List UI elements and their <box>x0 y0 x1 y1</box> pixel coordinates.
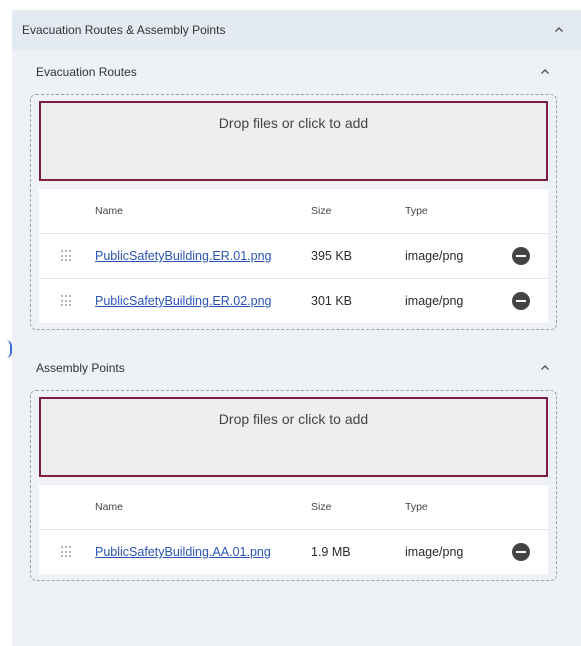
section-title: Evacuation Routes <box>36 65 137 79</box>
table-row: PublicSafetyBuilding.ER.01.png 395 KB im… <box>39 233 548 278</box>
panel-title: Evacuation Routes & Assembly Points <box>22 23 226 37</box>
file-size: 301 KB <box>311 294 353 308</box>
column-header-size: Size <box>311 501 332 513</box>
remove-file-icon[interactable] <box>512 292 530 310</box>
file-name-link[interactable]: PublicSafetyBuilding.AA.01.png <box>95 545 271 559</box>
drop-files-label: Drop files or click to add <box>218 115 369 131</box>
file-type: image/png <box>405 545 464 559</box>
section-title: Assembly Points <box>36 361 125 375</box>
table-row: PublicSafetyBuilding.ER.02.png 301 KB im… <box>39 278 548 323</box>
column-header-name: Name <box>95 205 124 217</box>
file-drop-zone: Drop files or click to add Name Size Typ… <box>30 390 557 581</box>
evacuation-assembly-panel: Evacuation Routes & Assembly Points Evac… <box>12 10 581 646</box>
table-header-row: Name Size Type <box>39 189 548 233</box>
chevron-up-icon[interactable] <box>535 62 555 82</box>
drag-handle-icon[interactable] <box>61 295 73 307</box>
file-size: 395 KB <box>311 249 353 263</box>
drag-handle-icon[interactable] <box>61 250 73 262</box>
chevron-up-icon[interactable] <box>549 20 569 40</box>
remove-file-icon[interactable] <box>512 247 530 265</box>
file-type: image/png <box>405 294 464 308</box>
table-row: PublicSafetyBuilding.AA.01.png 1.9 MB im… <box>39 529 548 574</box>
file-table: Name Size Type PublicSafetyBuilding.AA.0… <box>39 485 548 574</box>
file-table: Name Size Type PublicSafetyBuilding.ER.0… <box>39 189 548 323</box>
file-type: image/png <box>405 249 464 263</box>
section-header-assembly-points[interactable]: Assembly Points <box>12 346 581 390</box>
file-name-link[interactable]: PublicSafetyBuilding.ER.01.png <box>95 249 272 263</box>
drop-files-button[interactable]: Drop files or click to add <box>39 101 548 181</box>
drag-handle-icon[interactable] <box>61 546 73 558</box>
chevron-up-icon[interactable] <box>535 358 555 378</box>
file-drop-zone: Drop files or click to add Name Size Typ… <box>30 94 557 330</box>
file-name-link[interactable]: PublicSafetyBuilding.ER.02.png <box>95 294 272 308</box>
column-header-name: Name <box>95 501 124 513</box>
section-evacuation-routes: Evacuation Routes Drop files or click to… <box>12 50 581 330</box>
drop-files-button[interactable]: Drop files or click to add <box>39 397 548 477</box>
column-header-type: Type <box>405 205 428 217</box>
drop-files-label: Drop files or click to add <box>218 411 369 427</box>
column-header-size: Size <box>311 205 332 217</box>
table-header-row: Name Size Type <box>39 485 548 529</box>
remove-file-icon[interactable] <box>512 543 530 561</box>
section-assembly-points: Assembly Points Drop files or click to a… <box>12 346 581 581</box>
panel-header[interactable]: Evacuation Routes & Assembly Points <box>12 10 581 50</box>
file-size: 1.9 MB <box>311 545 351 559</box>
column-header-type: Type <box>405 501 428 513</box>
section-header-evacuation-routes[interactable]: Evacuation Routes <box>12 50 581 94</box>
